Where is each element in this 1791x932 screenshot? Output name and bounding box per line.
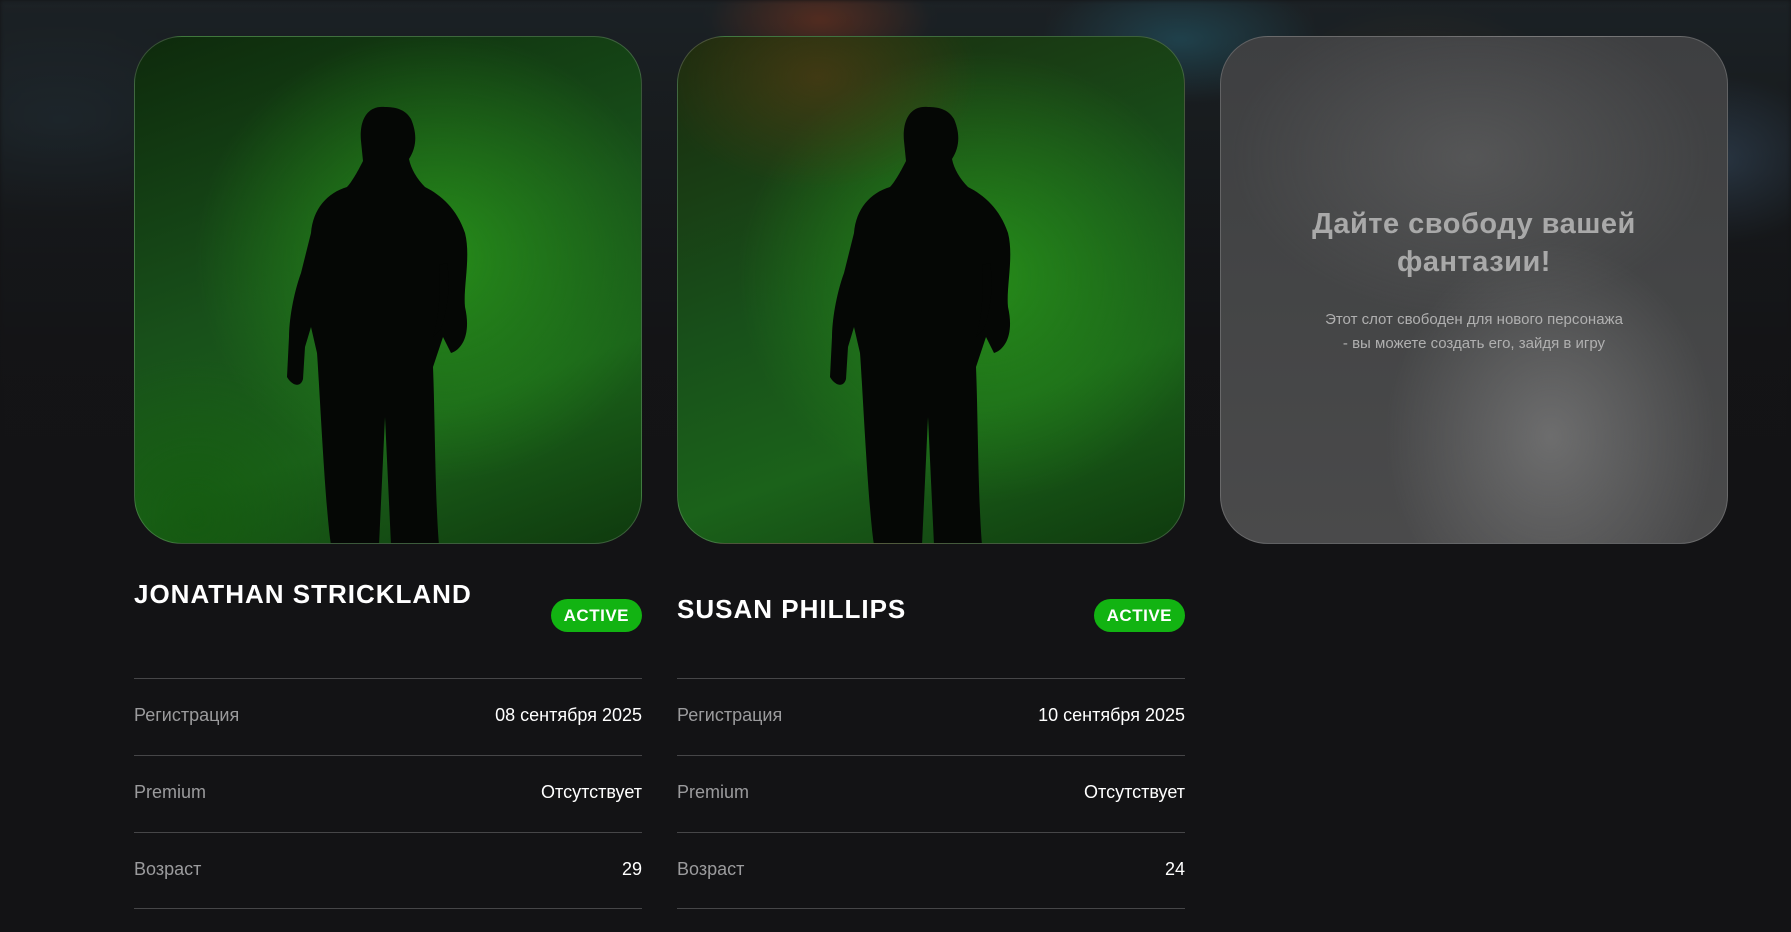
- stat-label: Premium: [677, 782, 750, 802]
- stat-value: 10 сентября 2025: [1038, 705, 1185, 725]
- empty-slot-text: Этот слот свободен для нового персонажа …: [1325, 311, 1623, 352]
- stat-row-premium: Premium Отсутствует: [677, 755, 1185, 832]
- stat-label: Регистрация: [677, 705, 783, 725]
- stat-value: Отсутствует: [1084, 782, 1185, 802]
- character-card-2[interactable]: [677, 36, 1185, 544]
- empty-slot-title: Дайте свободу вашей фантазии!: [1312, 208, 1636, 278]
- character-name: JONATHAN STRICKLAND: [134, 579, 472, 609]
- status-badge: ACTIVE: [550, 599, 642, 632]
- stat-value: 08 сентября 2025: [495, 705, 642, 725]
- stat-label: Регистрация: [134, 705, 240, 725]
- character-info-1: JONATHAN STRICKLAND ACTIVE Регистрация 0…: [134, 578, 642, 909]
- stat-value: 24: [1164, 859, 1185, 879]
- stat-value: Отсутствует: [541, 782, 642, 802]
- character-info-2: SUSAN PHILLIPS ACTIVE Регистрация 10 сен…: [677, 578, 1185, 909]
- stat-row-age: Возраст 24: [677, 832, 1185, 909]
- character-header: SUSAN PHILLIPS ACTIVE: [677, 578, 1185, 678]
- stat-label: Возраст: [134, 859, 202, 879]
- stat-label: Возраст: [677, 859, 745, 879]
- stat-label: Premium: [134, 782, 207, 802]
- empty-slot-card[interactable]: Дайте свободу вашей фантазии! Этот слот …: [1220, 36, 1728, 544]
- stat-row-age: Возраст 29: [134, 832, 642, 909]
- character-silhouette-icon: [287, 106, 468, 543]
- status-badge: ACTIVE: [1093, 599, 1185, 632]
- character-name: SUSAN PHILLIPS: [677, 594, 907, 624]
- stat-row-registration: Регистрация 08 сентября 2025: [134, 678, 642, 755]
- character-card-1[interactable]: [134, 36, 642, 544]
- stat-value: 29: [621, 859, 642, 879]
- character-select-page: Дайте свободу вашей фантазии! Этот слот …: [0, 0, 1791, 932]
- character-header: JONATHAN STRICKLAND ACTIVE: [134, 578, 642, 678]
- stat-row-premium: Premium Отсутствует: [134, 755, 642, 832]
- stat-row-registration: Регистрация 10 сентября 2025: [677, 678, 1185, 755]
- character-silhouette-icon: [830, 106, 1011, 543]
